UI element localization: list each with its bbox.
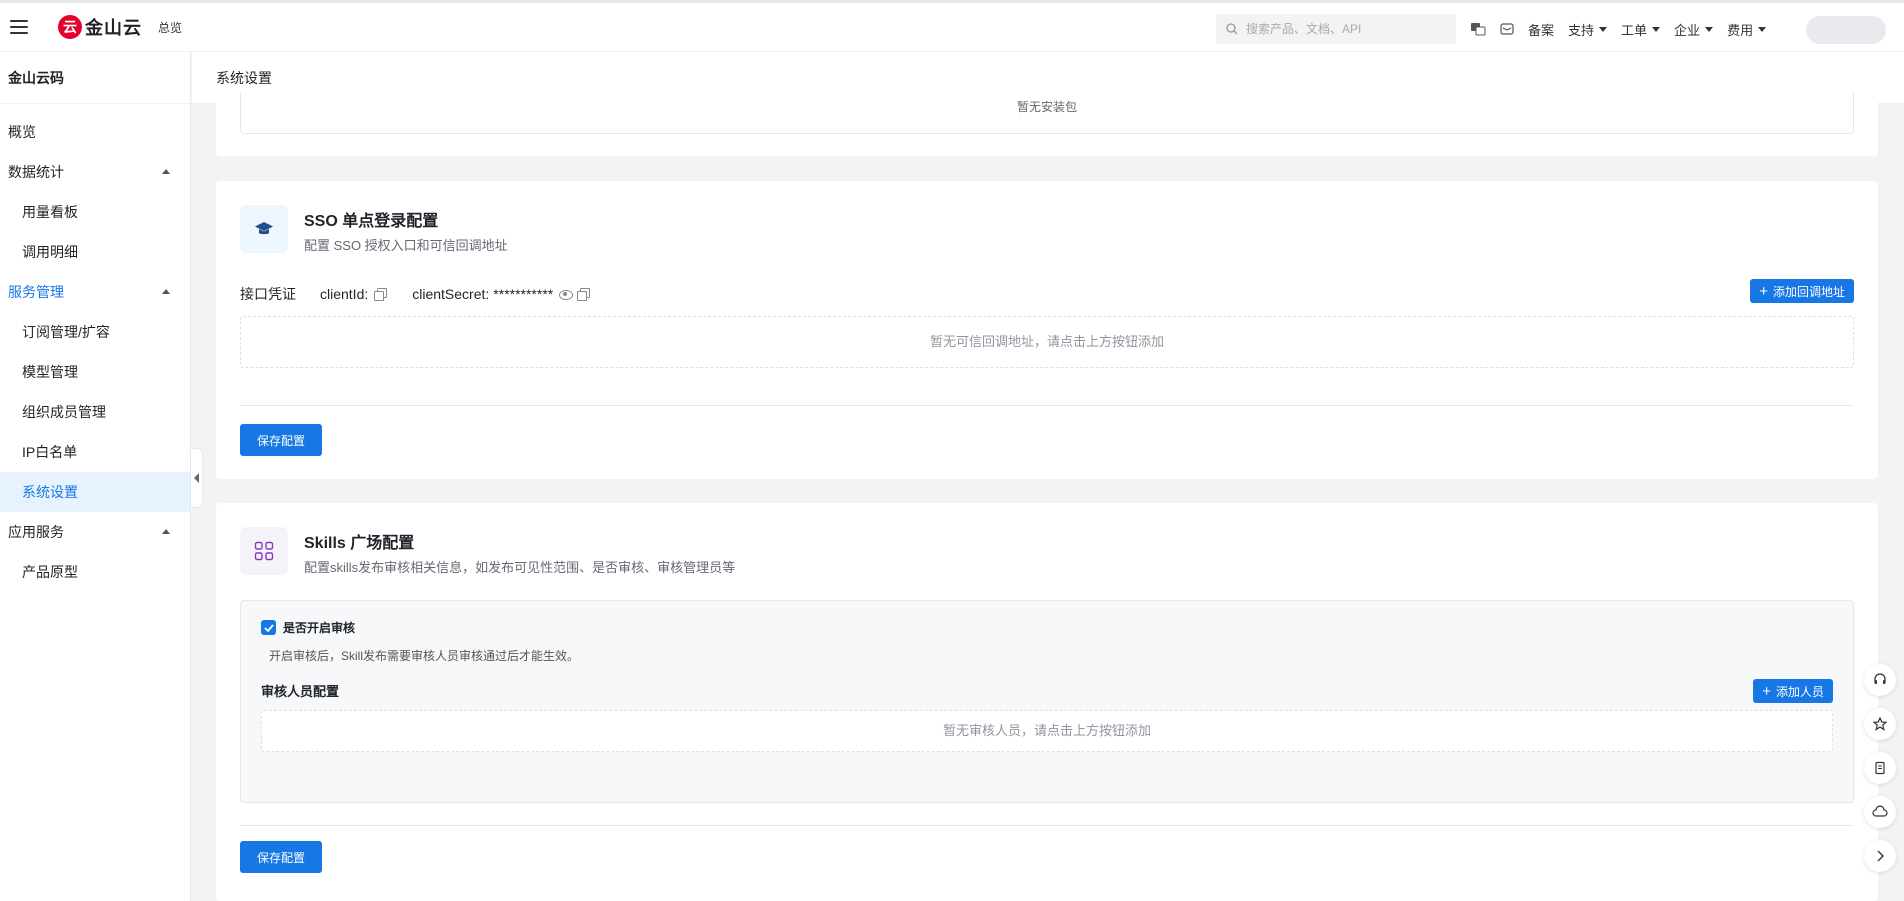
nav-support[interactable]: 支持 bbox=[1568, 20, 1608, 39]
add-member-label: 添加人员 bbox=[1775, 684, 1824, 699]
sidebar-group-data-stats[interactable]: 数据统计 bbox=[0, 152, 190, 192]
review-panel: 是否开启审核 开启审核后，Skill发布需要审核人员审核通过后才能生效。 审核人… bbox=[240, 600, 1854, 803]
copy-icon[interactable] bbox=[374, 288, 388, 301]
message-icon[interactable] bbox=[1500, 23, 1514, 35]
nav-billing[interactable]: 费用 bbox=[1727, 20, 1767, 39]
nav-billing-label: 费用 bbox=[1727, 22, 1754, 38]
client-id: clientId: bbox=[320, 286, 388, 302]
install-package-empty-text: 暂无安装包 bbox=[1016, 100, 1077, 114]
sso-config-card: SSO 单点登录配置 配置 SSO 授权入口和可信回调地址 接口凭证 clien… bbox=[216, 181, 1878, 479]
search-icon bbox=[1226, 23, 1238, 35]
sso-save-button[interactable]: 保存配置 bbox=[240, 424, 322, 456]
client-secret-label: clientSecret: bbox=[412, 286, 490, 302]
chevron-down-icon bbox=[1758, 26, 1767, 32]
sidebar-item-model-mgmt[interactable]: 模型管理 bbox=[0, 352, 190, 392]
sidebar: 金山云码 概览 数据统计 用量看板 调用明细 服务管理 订阅管理/扩容 模型管理… bbox=[0, 52, 191, 901]
chevron-down-icon bbox=[1652, 26, 1661, 32]
review-toggle[interactable]: 是否开启审核 bbox=[261, 619, 355, 636]
logo[interactable]: 云 金山云 bbox=[58, 14, 142, 40]
reviewer-empty-state: 暂无审核人员，请点击上方按钮添加 bbox=[261, 710, 1833, 752]
chevron-up-icon bbox=[162, 169, 170, 174]
overview-link[interactable]: 总览 bbox=[158, 19, 182, 36]
sidebar-group-label: 服务管理 bbox=[8, 284, 64, 300]
skills-desc: 配置skills发布审核相关信息，如发布可见性范围、是否审核、审核管理员等 bbox=[304, 560, 736, 575]
skills-save-label: 保存配置 bbox=[256, 850, 305, 865]
grid-icon bbox=[240, 527, 288, 575]
install-package-card: 暂无安装包 bbox=[216, 92, 1878, 156]
chevron-down-icon bbox=[1599, 26, 1608, 32]
skills-title: Skills 广场配置 bbox=[304, 535, 415, 552]
sidebar-item-usage-board[interactable]: 用量看板 bbox=[0, 192, 190, 232]
client-secret: clientSecret: *********** bbox=[412, 286, 591, 302]
plus-icon: + bbox=[1762, 682, 1771, 700]
sso-title: SSO 单点登录配置 bbox=[304, 213, 439, 230]
skills-save-button[interactable]: 保存配置 bbox=[240, 841, 322, 873]
nav-beian[interactable]: 备案 bbox=[1528, 20, 1554, 39]
logo-mark: 云 bbox=[58, 15, 82, 39]
checkbox-checked-icon[interactable] bbox=[261, 620, 276, 635]
callback-empty-state: 暂无可信回调地址，请点击上方按钮添加 bbox=[240, 316, 1854, 368]
client-id-label: clientId: bbox=[320, 286, 369, 302]
translate-icon[interactable] bbox=[1470, 22, 1486, 36]
add-member-button[interactable]: + 添加人员 bbox=[1753, 679, 1833, 703]
divider bbox=[240, 825, 1854, 826]
callback-empty-text: 暂无可信回调地址，请点击上方按钮添加 bbox=[929, 334, 1164, 349]
nav-ticket[interactable]: 工单 bbox=[1621, 20, 1661, 39]
floating-toolbar bbox=[1864, 664, 1896, 884]
sidebar-item-call-detail[interactable]: 调用明细 bbox=[0, 232, 190, 272]
chevron-right-icon[interactable] bbox=[1864, 840, 1896, 872]
reviewer-empty-text: 暂无审核人员，请点击上方按钮添加 bbox=[942, 723, 1151, 738]
sidebar-item-org-members[interactable]: 组织成员管理 bbox=[0, 392, 190, 432]
graduation-cap-icon bbox=[240, 205, 288, 253]
sidebar-group-app-services[interactable]: 应用服务 bbox=[0, 512, 190, 552]
nav-enterprise[interactable]: 企业 bbox=[1674, 20, 1714, 39]
sidebar-group-label: 应用服务 bbox=[8, 524, 64, 540]
sso-desc: 配置 SSO 授权入口和可信回调地址 bbox=[304, 238, 508, 253]
sidebar-collapse-handle[interactable] bbox=[191, 448, 203, 508]
review-toggle-label: 是否开启审核 bbox=[283, 621, 356, 635]
sso-save-label: 保存配置 bbox=[256, 433, 305, 448]
chevron-up-icon bbox=[162, 529, 170, 534]
chevron-down-icon bbox=[1705, 26, 1714, 32]
chevron-left-icon bbox=[194, 473, 199, 483]
sidebar-title: 金山云码 bbox=[0, 52, 190, 104]
headset-icon[interactable] bbox=[1864, 664, 1896, 696]
top-right-nav: 备案 支持 工单 企业 费用 bbox=[1470, 15, 1780, 43]
star-icon[interactable] bbox=[1864, 708, 1896, 740]
install-package-empty: 暂无安装包 bbox=[240, 92, 1854, 134]
credential-label: 接口凭证 bbox=[240, 286, 296, 302]
eye-icon[interactable] bbox=[559, 288, 574, 300]
reviewer-title: 审核人员配置 bbox=[261, 684, 340, 699]
chevron-up-icon bbox=[162, 289, 170, 294]
review-note: 开启审核后，Skill发布需要审核人员审核通过后才能生效。 bbox=[269, 649, 580, 663]
logo-text: 金山云 bbox=[85, 18, 142, 38]
sidebar-item-product-prototype[interactable]: 产品原型 bbox=[0, 552, 190, 592]
client-secret-value: *********** bbox=[493, 286, 554, 302]
divider bbox=[240, 405, 1854, 406]
search-input[interactable] bbox=[1246, 22, 1446, 36]
add-callback-button[interactable]: + 添加回调地址 bbox=[1750, 279, 1854, 303]
top-navbar: 云 金山云 总览 备案 支持 工单 企业 费用 bbox=[0, 0, 1904, 52]
nav-enterprise-label: 企业 bbox=[1674, 22, 1701, 38]
nav-beian-label: 备案 bbox=[1528, 22, 1555, 38]
cloud-icon[interactable] bbox=[1864, 796, 1896, 828]
sidebar-item-subscription[interactable]: 订阅管理/扩容 bbox=[0, 312, 190, 352]
nav-support-label: 支持 bbox=[1568, 22, 1595, 38]
credential-row: 接口凭证 clientId: clientSecret: *********** bbox=[240, 281, 1854, 307]
sidebar-item-ip-whitelist[interactable]: IP白名单 bbox=[0, 432, 190, 472]
menu-icon[interactable] bbox=[10, 20, 28, 34]
copy-icon[interactable] bbox=[577, 288, 591, 301]
sidebar-item-overview[interactable]: 概览 bbox=[0, 112, 190, 152]
skills-config-card: Skills 广场配置 配置skills发布审核相关信息，如发布可见性范围、是否… bbox=[216, 503, 1878, 901]
document-icon[interactable] bbox=[1864, 752, 1896, 784]
plus-icon: + bbox=[1759, 282, 1768, 300]
global-search[interactable] bbox=[1216, 14, 1456, 44]
avatar[interactable] bbox=[1806, 16, 1886, 44]
sidebar-group-service-mgmt[interactable]: 服务管理 bbox=[0, 272, 190, 312]
sidebar-group-label: 数据统计 bbox=[8, 164, 64, 180]
add-callback-label: 添加回调地址 bbox=[1772, 284, 1845, 299]
nav-ticket-label: 工单 bbox=[1621, 22, 1648, 38]
sidebar-item-system-settings[interactable]: 系统设置 bbox=[0, 472, 190, 512]
